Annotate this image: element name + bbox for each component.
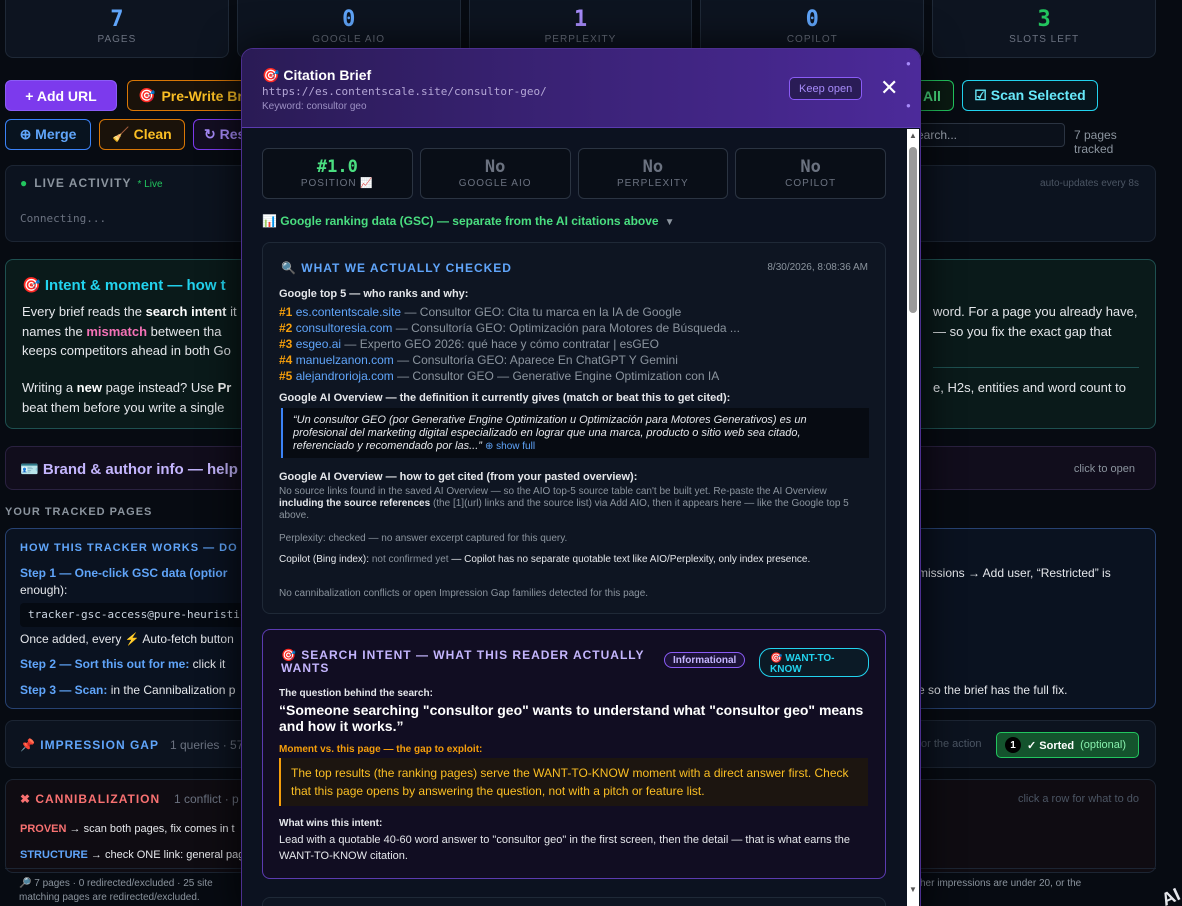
citation-brief-modal: 🎯 Citation Brief https://es.contentscale…: [241, 48, 921, 906]
tracked-count: 7 pages tracked: [1074, 128, 1117, 156]
impression-action-hint: or the action: [921, 738, 982, 750]
result-row: #4 manuelzanon.com — Consultoría GEO: Ap…: [279, 353, 678, 367]
stat-slots-left: 3 SLOTS LEFT: [932, 0, 1156, 58]
cannibalization-title: ✖ CANNIBALIZATION: [20, 792, 161, 806]
modal-url: https://es.contentscale.site/consultor-g…: [262, 85, 547, 98]
modal-body: #1.0 POSITION 📈 No GOOGLE AIO No PERPLEXITY…: [242, 129, 906, 906]
step-1: Step 1 — One-click GSC data (optior enou…: [20, 566, 228, 597]
brand-panel-title: 🪪 Brand & author info — help: [20, 461, 238, 478]
footer-right: her impressions are under 20, or the: [920, 878, 1082, 889]
triangle-down-icon: ▼: [664, 217, 675, 228]
keep-open-button[interactable]: Keep open: [789, 77, 863, 100]
search-input[interactable]: earch...: [910, 123, 1065, 147]
checked-timestamp: 8/30/2026, 8:08:36 AM: [767, 262, 868, 273]
metric-copilot: No COPILOT: [735, 148, 886, 199]
top5-list: #1 es.contentscale.site — Consultor GEO:…: [279, 304, 869, 384]
question-label: The question behind the search:: [279, 688, 433, 699]
close-icon[interactable]: ✕: [880, 77, 898, 99]
search-question: “Someone searching "consultor geo" wants…: [279, 702, 864, 734]
connection-status: Connecting...: [20, 212, 107, 225]
cannibalization-row[interactable]: STRUCTURE → check ONE link: general pag: [20, 849, 246, 861]
result-row: #1 es.contentscale.site — Consultor GEO:…: [279, 305, 682, 319]
target-icon: 🎯: [281, 648, 297, 662]
no-cannibalization-note: No cannibalization conflicts or open Imp…: [279, 588, 649, 599]
aio-definition-label: Google AI Overview — the definition it c…: [279, 392, 731, 404]
impression-gap-summary: 1 queries · 57: [170, 738, 244, 752]
show-full-link[interactable]: ⊕ show full: [485, 441, 535, 452]
tracked-pages-heading: YOUR TRACKED PAGES: [5, 506, 153, 518]
metric-position: #1.0 POSITION 📈: [262, 148, 413, 199]
pre-write-brief-button[interactable]: 🎯 Pre-Write Br: [127, 80, 257, 111]
search-intent-title: 🎯 SEARCH INTENT — WHAT THIS READER ACTUA…: [281, 648, 645, 675]
metric-google-aio: No GOOGLE AIO: [419, 148, 571, 199]
step-2: Step 2 — Sort this out for me: click it: [20, 657, 226, 671]
checked-title: 🔍 WHAT WE ACTUALLY CHECKED: [281, 261, 512, 275]
result-row: #3 esgeo.ai — Experto GEO 2026: qué hace…: [279, 337, 660, 351]
result-row: #5 alejandrorioja.com — Consultor GEO — …: [279, 369, 720, 383]
sorted-button[interactable]: 1 ✓ Sorted (optional): [996, 732, 1139, 758]
moment-badge: 🎯 WANT-TO-KNOW: [759, 648, 869, 677]
metric-perplexity: No PERPLEXITY: [577, 148, 729, 199]
intent-panel-text-left: Every brief reads the search intent it n…: [22, 304, 237, 358]
add-url-button[interactable]: + Add URL: [5, 80, 117, 111]
scroll-down-icon[interactable]: ▼: [909, 885, 917, 894]
stat-pages: 7 PAGES: [5, 0, 229, 58]
intent-panel-text-left-2: Writing a new page instead? Use Pr beat …: [22, 380, 232, 415]
clean-button[interactable]: 🧹 Clean: [99, 119, 185, 150]
modal-title: 🎯 Citation Brief: [262, 67, 372, 83]
step-1-right: missions → Add user, “Restricted” is: [918, 566, 1111, 580]
result-link[interactable]: alejandrorioja.com: [296, 369, 394, 383]
cannibalization-summary: 1 conflict · p: [174, 792, 239, 806]
service-account-email[interactable]: tracker-gsc-access@pure-heuristic-4: [20, 603, 246, 627]
modal-header: 🎯 Citation Brief https://es.contentscale…: [242, 49, 920, 128]
intent-panel-text-right: word. For a page you already have, — so …: [933, 304, 1138, 339]
what-we-checked-card: 🔍 WHAT WE ACTUALLY CHECKED 8/30/2026, 8:…: [262, 242, 886, 614]
impression-gap-title: 📌 IMPRESSION GAP: [20, 738, 159, 752]
intent-type-badge: Informational: [664, 652, 746, 668]
wins-text: Lead with a quotable 40-60 word answer t…: [279, 834, 850, 862]
modal-scrollbar[interactable]: ▲ ▼: [907, 129, 919, 906]
result-link[interactable]: manuelzanon.com: [296, 353, 394, 367]
cannibalization-hint: click a row for what to do: [1017, 793, 1139, 805]
search-intent-card: 🎯 SEARCH INTENT — WHAT THIS READER ACTUA…: [262, 629, 886, 879]
gsc-toggle[interactable]: 📊 Google ranking data (GSC) — separate f…: [262, 214, 675, 228]
step-3: Step 3 — Scan: in the Cannibalization p: [20, 683, 236, 697]
corner-badge: AI: [1158, 884, 1182, 906]
merge-button[interactable]: ⊕ Merge: [5, 119, 91, 150]
copilot-note: Copilot (Bing index): not confirmed yet …: [279, 554, 811, 565]
footer-left: 🔎 7 pages · 0 redirected/excluded · 25 s…: [19, 878, 213, 903]
divider: [933, 367, 1139, 368]
wins-label: What wins this intent:: [279, 818, 383, 829]
step-3-right: e so the brief has the full fix.: [918, 683, 1068, 697]
intent-panel-text-right-2: e, H2s, entities and word count to: [933, 380, 1126, 395]
scroll-up-icon[interactable]: ▲: [909, 131, 917, 140]
click-to-open-hint: click to open: [1073, 463, 1135, 475]
modal-keyword: Keyword: consultor geo: [262, 101, 367, 112]
result-link[interactable]: esgeo.ai: [296, 337, 341, 351]
live-dot-icon: ●: [20, 176, 29, 190]
top5-label: Google top 5 — who ranks and why:: [279, 288, 469, 300]
aio-cite-label: Google AI Overview — how to get cited (f…: [279, 471, 638, 483]
result-link[interactable]: consultoresia.com: [296, 321, 393, 335]
chart-icon: 📊: [262, 214, 277, 228]
result-row: #2 consultoresia.com — Consultoría GEO: …: [279, 321, 740, 335]
target-icon: 🎯: [138, 87, 156, 103]
scrollbar-thumb[interactable]: [909, 147, 917, 313]
resize-dots-icon: ● ●: [906, 59, 911, 110]
gap-callout: The top results (the ranking pages) serv…: [279, 758, 868, 806]
perplexity-note: Perplexity: checked — no answer excerpt …: [279, 533, 568, 544]
auto-fetch-note: Once added, every ⚡ Auto-fetch button: [20, 632, 234, 646]
metric-boxes: #1.0 POSITION 📈 No GOOGLE AIO No PERPLEXITY…: [262, 148, 886, 199]
live-activity-title: ● LIVE ACTIVITY * Live: [20, 176, 163, 190]
result-link[interactable]: es.contentscale.site: [296, 305, 401, 319]
scan-selected-button[interactable]: ☑ Scan Selected: [962, 80, 1098, 111]
aio-quote: “Un consultor GEO (por Generative Engine…: [281, 408, 869, 458]
intent-panel-title: 🎯 Intent & moment — how t: [22, 277, 226, 294]
auto-update-note: auto-updates every 8s: [1040, 178, 1139, 189]
cannibalization-row[interactable]: PROVEN → scan both pages, fix comes in t: [20, 823, 246, 835]
moment-label: Moment vs. this page — the gap to exploi…: [279, 744, 483, 755]
next-card: [262, 897, 886, 906]
how-title: HOW THIS TRACKER WORKS — DO T: [20, 542, 250, 554]
no-sources-note: No source links found in the saved AI Ov…: [279, 486, 849, 521]
